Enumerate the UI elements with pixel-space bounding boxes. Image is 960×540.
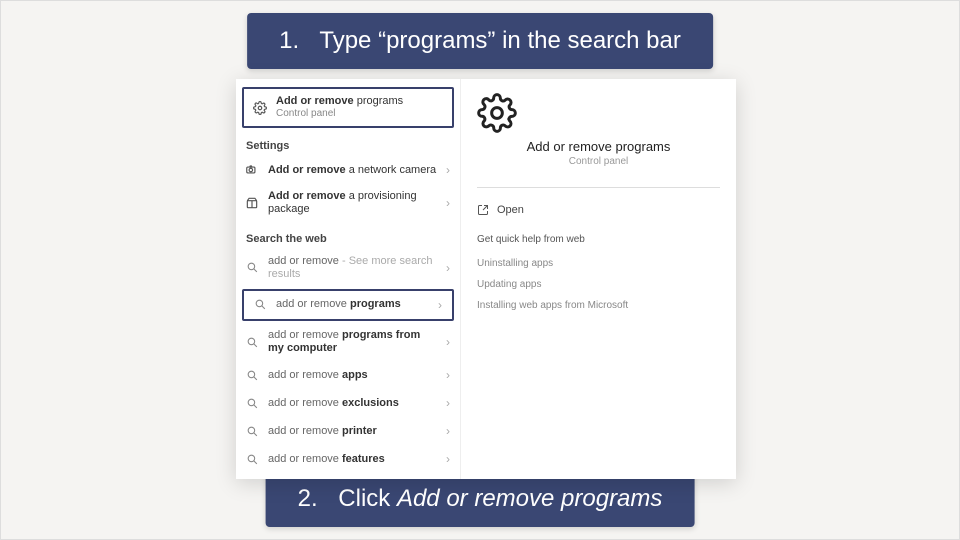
package-icon bbox=[244, 195, 260, 211]
search-icon bbox=[244, 367, 260, 383]
step-text-prefix: Click bbox=[338, 485, 397, 512]
step-text: Type “programs” in the search bar bbox=[319, 27, 681, 54]
gear-icon bbox=[477, 93, 720, 133]
step-text-em: Add or remove programs bbox=[397, 485, 662, 512]
help-header: Get quick help from web bbox=[477, 234, 720, 245]
web-result-programs[interactable]: add or remove programs › bbox=[242, 289, 454, 321]
instruction-step-2: 2. Click Add or remove programs bbox=[266, 471, 695, 527]
instruction-step-1: 1. Type “programs” in the search bar bbox=[247, 13, 713, 69]
web-result-printer[interactable]: add or remove printer › bbox=[236, 417, 460, 445]
search-icon bbox=[244, 423, 260, 439]
web-result-programs-from-computer[interactable]: add or remove programs from my computer … bbox=[236, 323, 460, 361]
chevron-right-icon: › bbox=[446, 163, 450, 177]
search-icon bbox=[252, 297, 268, 313]
result-provisioning-package[interactable]: Add or remove a provisioning package › bbox=[236, 184, 460, 222]
section-header-settings: Settings bbox=[236, 130, 460, 156]
search-results-panel: Add or remove programs Control panel Set… bbox=[236, 79, 736, 479]
web-result-more[interactable]: add or remove - See more search results … bbox=[236, 249, 460, 287]
search-icon bbox=[244, 334, 260, 350]
section-header-web: Search the web bbox=[236, 223, 460, 249]
web-result-exclusions[interactable]: add or remove exclusions › bbox=[236, 389, 460, 417]
result-network-camera[interactable]: Add or remove a network camera › bbox=[236, 156, 460, 184]
detail-title: Add or remove programs bbox=[477, 139, 720, 154]
detail-subtitle: Control panel bbox=[477, 156, 720, 167]
chevron-right-icon: › bbox=[446, 452, 450, 466]
search-icon bbox=[244, 395, 260, 411]
chevron-right-icon: › bbox=[446, 424, 450, 438]
help-link-uninstalling[interactable]: Uninstalling apps bbox=[477, 253, 720, 274]
chevron-right-icon: › bbox=[446, 196, 450, 210]
result-detail-pane: Add or remove programs Control panel Ope… bbox=[461, 79, 736, 479]
search-icon bbox=[244, 260, 260, 276]
chevron-right-icon: › bbox=[446, 368, 450, 382]
gear-icon bbox=[252, 100, 268, 116]
chevron-right-icon: › bbox=[446, 335, 450, 349]
results-list: Add or remove programs Control panel Set… bbox=[236, 79, 461, 479]
divider bbox=[477, 187, 720, 188]
chevron-right-icon: › bbox=[446, 396, 450, 410]
help-link-updating[interactable]: Updating apps bbox=[477, 274, 720, 295]
open-label: Open bbox=[497, 204, 524, 216]
search-icon bbox=[244, 451, 260, 467]
web-result-apps[interactable]: add or remove apps › bbox=[236, 361, 460, 389]
help-link-installing-web[interactable]: Installing web apps from Microsoft bbox=[477, 295, 720, 316]
step-number: 2. bbox=[298, 485, 318, 512]
web-result-features[interactable]: add or remove features › bbox=[236, 445, 460, 473]
chevron-right-icon: › bbox=[446, 261, 450, 275]
step-number: 1. bbox=[279, 27, 299, 54]
open-action[interactable]: Open bbox=[477, 200, 720, 220]
open-icon bbox=[477, 204, 489, 216]
camera-icon bbox=[244, 162, 260, 178]
chevron-right-icon: › bbox=[438, 298, 442, 312]
result-add-remove-programs[interactable]: Add or remove programs Control panel bbox=[242, 87, 454, 128]
